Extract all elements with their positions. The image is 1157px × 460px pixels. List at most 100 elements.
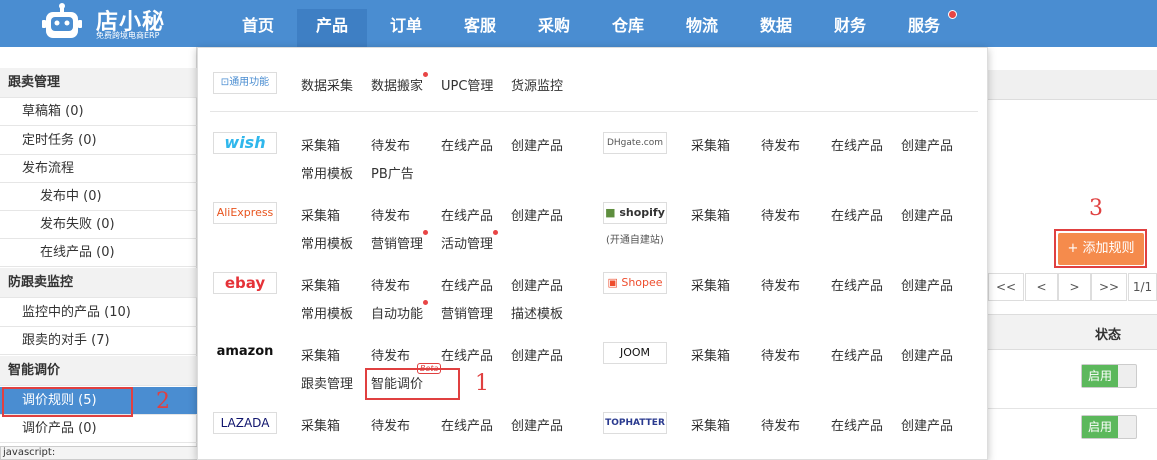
wish-collect-box[interactable]: 采集箱	[301, 135, 340, 154]
status-toggle[interactable]: 启用	[1081, 364, 1137, 388]
lazada-online-products[interactable]: 在线产品	[441, 415, 493, 434]
nav-product[interactable]: 产品	[297, 9, 367, 47]
tophatter-online-products[interactable]: 在线产品	[831, 415, 883, 434]
shopee-pending[interactable]: 待发布	[761, 275, 800, 294]
joom-online-products[interactable]: 在线产品	[831, 345, 883, 364]
nav-customer-service[interactable]: 客服	[445, 9, 515, 47]
wish-pending[interactable]: 待发布	[371, 135, 410, 154]
sidebar-item-pricing-products[interactable]: 调价产品 (0)	[0, 415, 197, 443]
ebay-auto-function[interactable]: 自动功能	[371, 303, 423, 322]
table-row-divider	[988, 408, 1157, 409]
menu-upc-manage[interactable]: UPC管理	[441, 75, 493, 94]
top-nav-bar: 店小秘 免费跨境电商ERP 首页 产品 订单 客服 采购 仓库 物流 数据 财务…	[0, 0, 1157, 47]
sidebar-item-online-products[interactable]: 在线产品 (0)	[0, 239, 197, 267]
sidebar-section-anti-follow: 防跟卖监控	[0, 268, 197, 298]
pager-first[interactable]: <<	[988, 273, 1024, 301]
shopee-online-products[interactable]: 在线产品	[831, 275, 883, 294]
sidebar-item-publish-failed[interactable]: 发布失败 (0)	[0, 211, 197, 239]
dhgate-create-product[interactable]: 创建产品	[901, 135, 953, 154]
shopify-logo: ■ shopify	[603, 202, 667, 224]
shopee-collect-box[interactable]: 采集箱	[691, 275, 730, 294]
amazon-create-product[interactable]: 创建产品	[511, 345, 563, 364]
general-icon: ⊡	[220, 77, 230, 88]
dhgate-online-products[interactable]: 在线产品	[831, 135, 883, 154]
wish-create-product[interactable]: 创建产品	[511, 135, 563, 154]
sidebar-item-rivals[interactable]: 跟卖的对手 (7)	[0, 327, 197, 355]
nav-purchase[interactable]: 采购	[519, 9, 589, 47]
amazon-follow-sell[interactable]: 跟卖管理	[301, 373, 353, 392]
joom-create-product[interactable]: 创建产品	[901, 345, 953, 364]
shopify-collect-box[interactable]: 采集箱	[691, 205, 730, 224]
nav-order[interactable]: 订单	[371, 9, 441, 47]
ebay-online-products[interactable]: 在线产品	[441, 275, 493, 294]
toggle-enable-label: 启用	[1082, 416, 1118, 438]
ebay-pending[interactable]: 待发布	[371, 275, 410, 294]
amazon-pending[interactable]: 待发布	[371, 345, 410, 364]
aliexpress-online-products[interactable]: 在线产品	[441, 205, 493, 224]
toggle-enable-label: 启用	[1082, 365, 1118, 387]
aliexpress-marketing[interactable]: 营销管理	[371, 233, 423, 252]
wish-template[interactable]: 常用模板	[301, 163, 353, 182]
ebay-collect-box[interactable]: 采集箱	[301, 275, 340, 294]
nav-home[interactable]: 首页	[223, 9, 293, 47]
dhgate-logo: DHgate.com	[603, 132, 667, 154]
ebay-template[interactable]: 常用模板	[301, 303, 353, 322]
shopify-pending[interactable]: 待发布	[761, 205, 800, 224]
lazada-pending[interactable]: 待发布	[371, 415, 410, 434]
tophatter-pending[interactable]: 待发布	[761, 415, 800, 434]
pager-prev[interactable]: <	[1025, 273, 1058, 301]
wish-online-products[interactable]: 在线产品	[441, 135, 493, 154]
pager-last[interactable]: >>	[1091, 273, 1127, 301]
shopee-logo: ▣ Shopee	[603, 272, 667, 294]
shopify-create-product[interactable]: 创建产品	[901, 205, 953, 224]
aliexpress-activity[interactable]: 活动管理	[441, 233, 493, 252]
lazada-collect-box[interactable]: 采集箱	[301, 415, 340, 434]
ebay-marketing[interactable]: 营销管理	[441, 303, 493, 322]
wish-pb-ad[interactable]: PB广告	[371, 163, 414, 182]
nav-data[interactable]: 数据	[741, 9, 811, 47]
joom-pending[interactable]: 待发布	[761, 345, 800, 364]
shopee-create-product[interactable]: 创建产品	[901, 275, 953, 294]
pager-next[interactable]: >	[1058, 273, 1091, 301]
nav-warehouse[interactable]: 仓库	[593, 9, 663, 47]
menu-source-monitor[interactable]: 货源监控	[511, 75, 563, 94]
amazon-online-products[interactable]: 在线产品	[441, 345, 493, 364]
menu-divider	[210, 111, 978, 112]
pager-page-indicator: 1/1	[1128, 273, 1157, 301]
lazada-create-product[interactable]: 创建产品	[511, 415, 563, 434]
nav-logistics[interactable]: 物流	[667, 9, 737, 47]
dhgate-collect-box[interactable]: 采集箱	[691, 135, 730, 154]
sidebar-item-monitoring[interactable]: 监控中的产品 (10)	[0, 299, 197, 327]
sidebar-item-publish-flow[interactable]: 发布流程	[0, 155, 197, 183]
aliexpress-collect-box[interactable]: 采集箱	[301, 205, 340, 224]
shopify-online-products[interactable]: 在线产品	[831, 205, 883, 224]
amazon-collect-box[interactable]: 采集箱	[301, 345, 340, 364]
tophatter-collect-box[interactable]: 采集箱	[691, 415, 730, 434]
sidebar-item-publishing[interactable]: 发布中 (0)	[0, 183, 197, 211]
joom-collect-box[interactable]: 采集箱	[691, 345, 730, 364]
service-notification-dot	[948, 10, 957, 19]
tophatter-logo: TOPHATTER	[603, 412, 667, 434]
sidebar-item-draft[interactable]: 草稿箱 (0)	[0, 98, 197, 126]
add-rule-button[interactable]: + 添加规则	[1058, 233, 1144, 265]
aliexpress-create-product[interactable]: 创建产品	[511, 205, 563, 224]
annotation-box-2	[2, 387, 133, 417]
nav-finance[interactable]: 财务	[815, 9, 885, 47]
annotation-number-1: 1	[475, 371, 489, 396]
aliexpress-pending[interactable]: 待发布	[371, 205, 410, 224]
amazon-logo: amazon	[213, 342, 277, 364]
dhgate-pending[interactable]: 待发布	[761, 135, 800, 154]
tophatter-create-product[interactable]: 创建产品	[901, 415, 953, 434]
general-function-badge: ⊡通用功能	[213, 72, 277, 94]
aliexpress-template[interactable]: 常用模板	[301, 233, 353, 252]
menu-data-collect[interactable]: 数据采集	[301, 75, 353, 94]
aliexpress-logo: AliExpress	[213, 202, 277, 224]
robot-logo-icon[interactable]	[42, 3, 82, 41]
ebay-desc-template[interactable]: 描述模板	[511, 303, 563, 322]
ebay-create-product[interactable]: 创建产品	[511, 275, 563, 294]
menu-data-move[interactable]: 数据搬家	[371, 75, 423, 94]
status-toggle[interactable]: 启用	[1081, 415, 1137, 439]
ebay-logo: ebay	[213, 272, 277, 294]
status-column-header: 状态	[1095, 328, 1122, 343]
sidebar-item-timed-task[interactable]: 定时任务 (0)	[0, 127, 197, 155]
